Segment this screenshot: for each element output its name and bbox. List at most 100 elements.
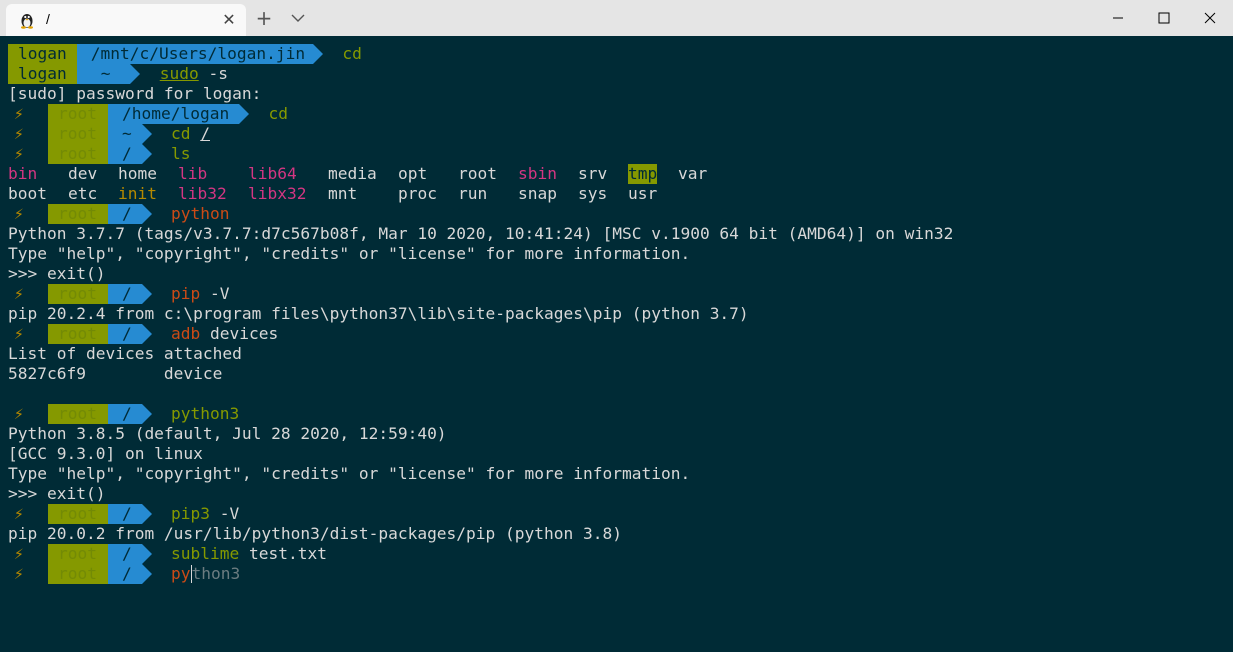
list-item: usr [628,184,658,203]
command: sublime [171,544,240,563]
command: cd [268,104,288,123]
list-item: home [118,164,157,183]
output-line: >>> exit() [8,484,106,503]
terminal-tab[interactable]: / ✕ [6,4,246,36]
bolt-icon: ⚡ [14,504,24,523]
output-line: Type "help", "copyright", "credits" or "… [8,464,691,483]
list-item: mnt [328,184,358,203]
bolt-icon: ⚡ [14,324,24,343]
new-tab-icon[interactable]: + [254,8,274,28]
prompt-path: / [108,404,152,424]
prompt-user: root [48,124,108,144]
list-item: media [328,164,377,183]
prompt-user: root [48,404,108,424]
linux-penguin-icon [18,11,36,29]
prompt-user: root [48,504,108,524]
prompt-path: / [108,144,152,164]
output-line: 5827c6f9 device [8,364,223,383]
output-line: [GCC 9.3.0] on linux [8,444,203,463]
command-args: -V [200,284,230,303]
output-line: Python 3.7.7 (tags/v3.7.7:d7c567b08f, Ma… [8,224,954,243]
autosuggestion: thon3 [191,564,241,583]
bolt-icon: ⚡ [14,124,24,143]
minimize-icon[interactable] [1095,0,1141,36]
prompt-line: ⚡ root / pip -V [8,284,1228,304]
command-args: -s [198,64,228,83]
prompt-path: / [108,544,152,564]
chevron-down-icon[interactable] [288,8,308,28]
prompt-path: / [108,324,152,344]
list-item: lib [178,164,208,183]
tab-title: / [46,11,50,27]
command-args: -V [209,504,240,523]
list-item: var [678,164,708,183]
list-item: bin [8,164,38,183]
bolt-icon: ⚡ [14,564,24,583]
prompt-path: / [108,504,152,524]
list-item: proc [398,184,437,203]
list-item: dev [68,164,98,183]
prompt-path: / [108,204,152,224]
output-line: Python 3.8.5 (default, Jul 28 2020, 12:5… [8,424,447,443]
ls-output-row: bin dev home lib lib64 media opt root sbin srv tmp… [8,164,1228,184]
prompt-path: /mnt/c/Users/logan.jin [76,44,324,64]
prompt-user: root [48,144,108,164]
command-args: / [200,124,210,143]
output-line: pip 20.2.4 from c:\program files\python3… [8,304,749,323]
list-item: tmp [628,164,658,184]
prompt-path: / [108,284,152,304]
list-item: init [118,184,157,203]
prompt-line: ⚡ root / adb devices [8,324,1228,344]
maximize-icon[interactable] [1141,0,1187,36]
prompt-path: ~ [108,124,152,144]
close-icon[interactable] [1187,0,1233,36]
command-args: devices [200,324,279,343]
list-item: srv [578,164,608,183]
list-item: lib32 [178,184,227,203]
output-line: List of devices attached [8,344,242,363]
prompt-path: ~ [76,64,141,84]
command: cd [171,124,191,143]
bolt-icon: ⚡ [14,544,24,563]
prompt-line: ⚡ root / python3 [8,404,1228,424]
list-item: etc [68,184,98,203]
list-item: libx32 [248,184,307,203]
tab-close-icon[interactable]: ✕ [220,11,238,29]
list-item: sys [578,184,608,203]
list-item: root [458,164,497,183]
prompt-user: root [48,204,108,224]
ls-output-row: boot etc init lib32 libx32 mnt proc run snap sys u… [8,184,1228,204]
bolt-icon: ⚡ [14,144,24,163]
list-item: run [458,184,488,203]
prompt-line: logan ~ sudo -s [8,64,1228,84]
command: adb [171,324,201,343]
prompt-line: ⚡ root ~ cd / [8,124,1228,144]
command-args: test.txt [239,544,327,563]
prompt-user: logan [8,64,77,84]
command: python3 [171,404,240,423]
prompt-path: /home/logan [108,104,250,124]
command: ls [171,144,191,163]
bolt-icon: ⚡ [14,404,24,423]
output-line: [sudo] password for logan: [8,84,262,103]
prompt-line: ⚡ root/home/logan cd [8,104,1228,124]
prompt-path: / [108,564,152,584]
list-item: boot [8,184,47,203]
prompt-user: root [48,284,108,304]
command-input[interactable]: py [171,564,191,583]
list-item: snap [518,184,557,203]
output-line: >>> exit() [8,264,106,283]
prompt-line: ⚡ root / python3 [8,564,1228,584]
command: python [171,204,230,223]
prompt-line: ⚡ root / pip3 -V [8,504,1228,524]
prompt-user: root [48,544,108,564]
command: pip [171,284,201,303]
terminal-output[interactable]: logan/mnt/c/Users/logan.jin cd logan ~ su… [8,44,1228,644]
bolt-icon: ⚡ [14,284,24,303]
command: sudo [159,64,199,83]
prompt-line: ⚡ root / python [8,204,1228,224]
list-item: opt [398,164,428,183]
prompt-line: logan/mnt/c/Users/logan.jin cd [8,44,1228,64]
command: cd [342,44,362,63]
